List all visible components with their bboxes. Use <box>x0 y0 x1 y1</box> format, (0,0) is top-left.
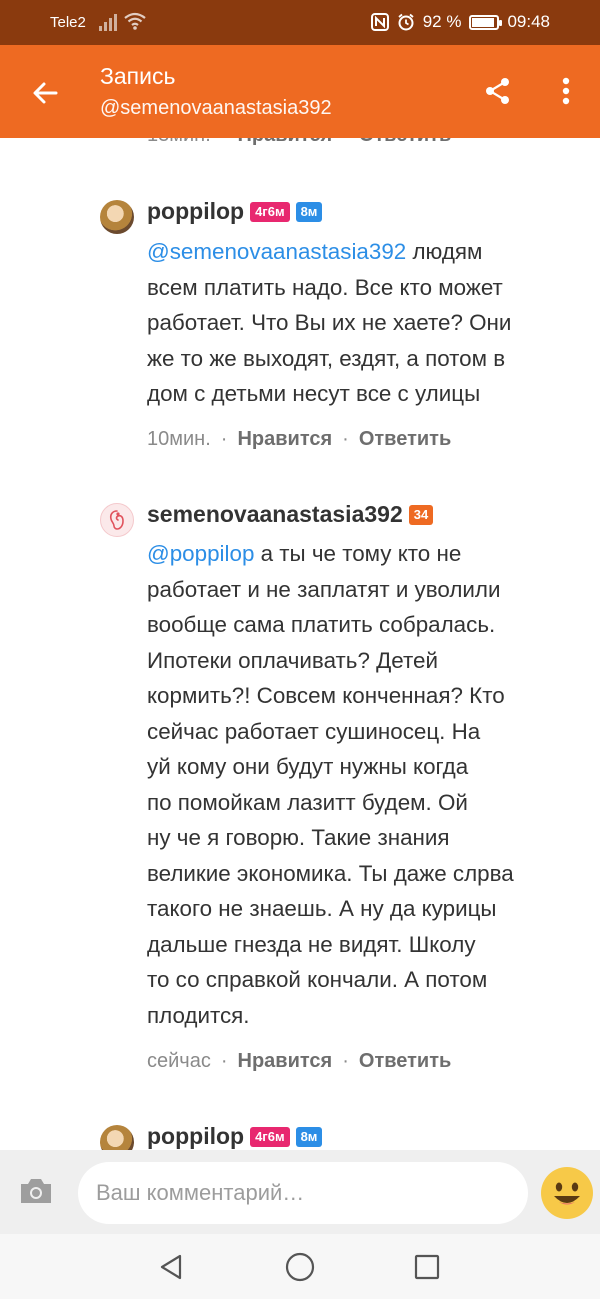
clock: 09:48 <box>507 12 550 31</box>
mention-link[interactable]: @poppilop <box>147 541 254 566</box>
avatar[interactable] <box>100 1125 134 1150</box>
battery-percent: 92 % <box>422 12 462 31</box>
comment-body: а ты че тому кто не работает и не заплат… <box>147 541 514 1028</box>
alarm-icon <box>398 13 414 31</box>
carrier-name: Tele2 <box>50 14 86 31</box>
comment-meta: 10мин. · Нравится · Ответить <box>147 428 452 450</box>
comment-header: semenovaanastasia392 34 <box>147 501 434 528</box>
reply-button[interactable]: Ответить <box>359 138 451 146</box>
nfc-icon <box>370 13 389 31</box>
comment-list[interactable]: 13мин.·Нравится·Ответить poppilop 4г6м 8… <box>0 138 600 1150</box>
badge-tenure: 8м <box>295 201 323 222</box>
arrow-left-icon[interactable] <box>26 73 66 113</box>
app-bar: Запись @semenovaanastasia392 <box>0 45 600 138</box>
more-vert-icon[interactable] <box>552 73 580 109</box>
avatar[interactable] <box>100 200 134 234</box>
badge-membership: 4г6м <box>250 201 290 222</box>
page-subtitle[interactable]: @semenovaanastasia392 <box>100 97 332 120</box>
comment-input[interactable] <box>78 1162 528 1224</box>
badge-tenure: 8м <box>295 1126 323 1147</box>
signal-icon <box>99 13 119 31</box>
comment-text: @semenovaanastasia392 людям всем платить… <box>147 234 577 412</box>
comment-author[interactable]: poppilop <box>147 1123 244 1150</box>
wifi-icon <box>124 12 146 30</box>
comment-header: poppilop 4г6м 8м <box>147 1123 323 1150</box>
page-title: Запись <box>100 63 176 89</box>
nav-back-icon[interactable] <box>156 1252 186 1282</box>
comment-time: сейчас <box>147 1050 211 1072</box>
comment-header: poppilop 4г6м 8м <box>147 198 323 225</box>
camera-icon[interactable] <box>18 1176 54 1206</box>
nav-home-icon[interactable] <box>284 1251 316 1283</box>
badge-level: 34 <box>408 504 434 525</box>
comment-meta: сейчас · Нравится · Ответить <box>147 1050 452 1072</box>
mention-link[interactable]: @semenovaanastasia392 <box>147 239 406 264</box>
smiley-icon[interactable] <box>540 1166 594 1220</box>
battery-icon <box>469 14 503 30</box>
reply-button[interactable]: Ответить <box>359 428 451 450</box>
badge-membership: 4г6м <box>250 1126 290 1147</box>
share-icon[interactable] <box>482 75 514 107</box>
like-button[interactable]: Нравится <box>238 1050 333 1072</box>
comment-author[interactable]: semenovaanastasia392 <box>147 501 403 528</box>
like-button[interactable]: Нравится <box>237 428 332 450</box>
status-bar: Tele2 92 % 09:48 <box>0 0 600 45</box>
comment-body: людям всем платить надо. Все кто может р… <box>147 239 512 406</box>
comment-author[interactable]: poppilop <box>147 198 244 225</box>
avatar[interactable] <box>100 503 134 537</box>
comment-time: 13мин. <box>147 138 211 146</box>
reply-button[interactable]: Ответить <box>359 1050 451 1072</box>
brand-logo-icon <box>109 510 124 530</box>
comment-input-bar <box>0 1150 600 1234</box>
nav-recents-icon[interactable] <box>413 1253 441 1281</box>
comment-text: @poppilop а ты че тому кто не работает и… <box>147 536 577 1033</box>
comment-time: 10мин. <box>147 428 211 450</box>
partial-comment-meta: 13мин.·Нравится·Ответить <box>147 138 451 147</box>
system-nav-bar <box>0 1234 600 1299</box>
like-button[interactable]: Нравится <box>237 138 332 146</box>
